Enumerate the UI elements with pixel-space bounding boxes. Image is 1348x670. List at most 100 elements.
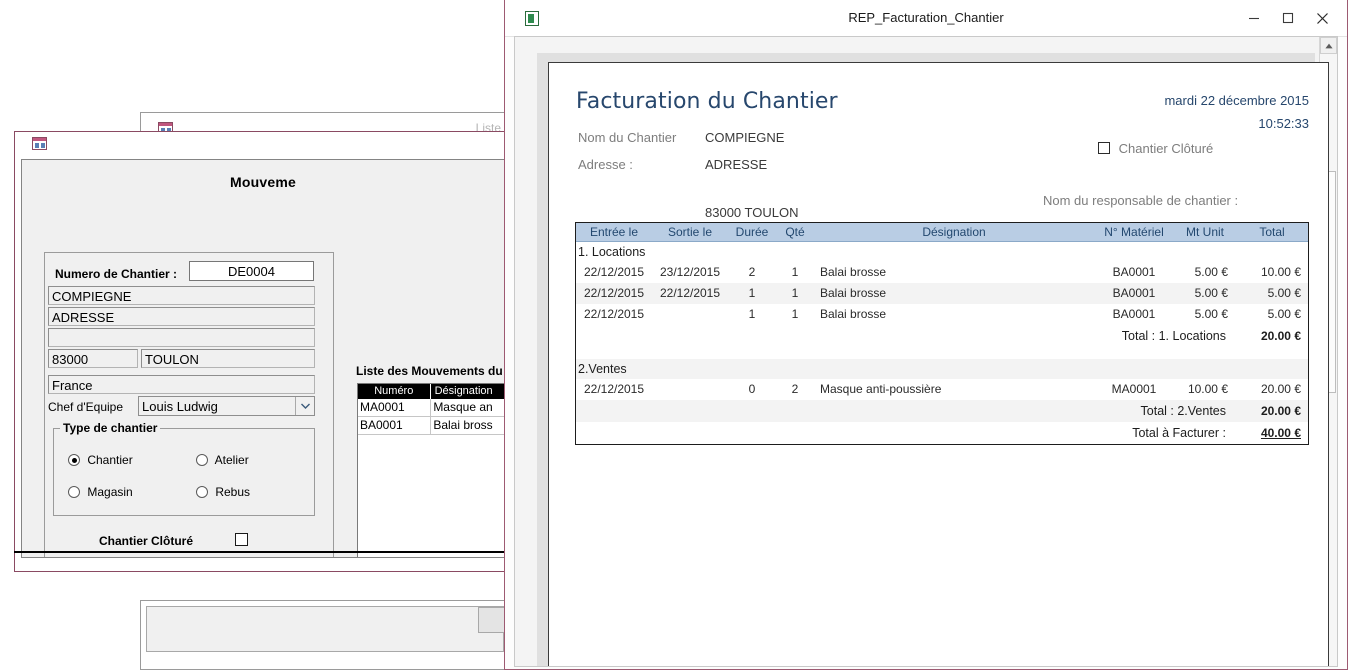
col-designation: Désignation <box>922 225 986 239</box>
cell-total: 10.00 € <box>1260 265 1301 279</box>
chantier-cloture-checkbox[interactable] <box>235 533 248 546</box>
chevron-down-icon[interactable] <box>295 397 314 415</box>
liste-mouvements-title: Liste des Mouvements du cha <box>356 364 504 378</box>
cell-designation: Balai brosse <box>820 265 887 279</box>
report-client-area: Facturation du Chantier mardi 22 décembr… <box>514 36 1338 667</box>
cell-materiel: BA0001 <box>1112 265 1156 279</box>
col-entree-le: Entrée le <box>589 225 639 239</box>
table-row: 22/12/2015 1 1 Balai brosse BA0001 5.00 … <box>576 304 1308 325</box>
cell-designation: Masque anti-poussière <box>820 382 942 396</box>
group-header-locations: 1. Locations <box>578 245 646 259</box>
cell-numero: MA0001 <box>358 399 432 416</box>
radio-atelier[interactable]: Atelier <box>196 453 249 467</box>
radio-chantier-dot[interactable] <box>68 454 80 466</box>
cell-sortie <box>652 304 728 325</box>
cell-numero: BA0001 <box>358 417 432 434</box>
minimize-icon <box>1249 17 1259 20</box>
cell-sortie <box>652 379 728 400</box>
cell-entree: 22/12/2015 <box>583 286 645 300</box>
adresse-input[interactable]: ADRESSE <box>48 307 315 326</box>
radio-rebus-label: Rebus <box>215 485 251 499</box>
group-total-ventes-label: Total : 2.Ventes <box>1140 404 1226 418</box>
maximize-button[interactable] <box>1271 5 1305 31</box>
adresse-value: ADRESSE <box>705 157 768 172</box>
radio-atelier-label: Atelier <box>214 453 249 467</box>
radio-chantier[interactable]: Chantier <box>68 453 133 467</box>
chantier-cloture-checkbox[interactable] <box>1098 142 1110 154</box>
report-title: Facturation du Chantier <box>576 89 838 114</box>
numero-chantier-input[interactable]: DE0004 <box>189 261 314 281</box>
radio-rebus-dot[interactable] <box>196 486 208 498</box>
chantier-cloture-label: Chantier Clôturé <box>99 534 194 548</box>
chantier-details-group: Numero de Chantier : DE0004 COMPIEGNE AD… <box>44 252 334 557</box>
cell-entree: 22/12/2015 <box>583 382 645 396</box>
cell-duree: 2 <box>748 265 756 279</box>
nom-chantier-value: COMPIEGNE <box>705 130 785 145</box>
chef-equipe-label: Chef d'Equipe <box>48 400 124 414</box>
close-icon <box>1316 12 1328 24</box>
facturation-table: Entrée le Sortie le Durée Qté Désignatio… <box>575 222 1309 445</box>
chantier-cloture-field[interactable]: Chantier Clôturé <box>1098 141 1213 156</box>
group-total-locations: Total : 1. Locations 20.00 € <box>576 325 1308 347</box>
col-duree: Durée <box>735 225 769 239</box>
cell-mt-unit: 5.00 € <box>1194 265 1228 279</box>
radio-magasin[interactable]: Magasin <box>68 485 133 499</box>
table-row: 22/12/2015 23/12/2015 2 1 Balai brosse B… <box>576 262 1308 283</box>
mouvements-datagrid[interactable]: Numéro Matériel Désignation MA0001 Masqu… <box>357 383 504 557</box>
table-row[interactable]: BA0001 Balai bross <box>358 417 504 435</box>
minimize-button[interactable] <box>1237 5 1271 31</box>
cell-designation: Balai bross <box>431 417 504 434</box>
cell-sortie: 22/12/2015 <box>659 286 721 300</box>
col-mt-unit: Mt Unit <box>1185 225 1224 239</box>
group-total-ventes: Total : 2.Ventes 20.00 € <box>576 400 1308 422</box>
type-chantier-legend: Type de chantier <box>60 421 161 435</box>
form-body: Mouveme Numero de Chantier : DE0004 COMP… <box>21 159 505 558</box>
grand-total-value: 40.00 € <box>1260 426 1301 440</box>
report-date: mardi 22 décembre 2015 <box>1164 93 1309 108</box>
form-separator-line <box>14 551 508 553</box>
radio-magasin-label: Magasin <box>87 485 133 499</box>
radio-magasin-dot[interactable] <box>68 486 80 498</box>
adresse2-input[interactable] <box>48 328 315 347</box>
close-button[interactable] <box>1305 5 1339 31</box>
ville-input[interactable]: TOULON <box>141 349 315 368</box>
report-window-title: REP_Facturation_Chantier <box>848 10 1004 25</box>
chantier-cloture-label: Chantier Clôturé <box>1118 141 1214 156</box>
report-time: 10:52:33 <box>1258 116 1309 131</box>
table-row[interactable]: MA0001 Masque an <box>358 399 504 417</box>
datagrid-col-designation: Désignation <box>431 384 504 399</box>
report-titlebar[interactable]: REP_Facturation_Chantier <box>505 0 1347 37</box>
maximize-icon <box>1282 12 1294 24</box>
chef-equipe-select[interactable]: Louis Ludwig <box>138 396 315 416</box>
chef-equipe-value: Louis Ludwig <box>142 399 218 414</box>
table-header-row: Entrée le Sortie le Durée Qté Désignatio… <box>576 223 1308 242</box>
cell-materiel: BA0001 <box>1112 307 1156 321</box>
cell-designation: Balai brosse <box>820 307 887 321</box>
radio-chantier-label: Chantier <box>87 453 133 467</box>
cell-qte: 1 <box>791 307 799 321</box>
table-row: 22/12/2015 22/12/2015 1 1 Balai brosse B… <box>576 283 1308 304</box>
cell-mt-unit: 5.00 € <box>1194 286 1228 300</box>
nom-chantier-input[interactable]: COMPIEGNE <box>48 286 315 305</box>
radio-atelier-dot[interactable] <box>196 454 208 466</box>
code-postal-input[interactable]: 83000 <box>48 349 138 368</box>
cell-designation: Balai brosse <box>820 286 887 300</box>
cell-total: 20.00 € <box>1260 382 1301 396</box>
form-window-mouvements[interactable]: Mouveme Numero de Chantier : DE0004 COMP… <box>14 131 508 572</box>
radio-rebus[interactable]: Rebus <box>196 485 250 499</box>
chevron-up-icon <box>1324 43 1333 48</box>
grand-total-row: Total à Facturer : 40.00 € <box>576 422 1308 444</box>
cell-mt-unit: 5.00 € <box>1194 307 1228 321</box>
cell-qte: 1 <box>791 286 799 300</box>
cell-sortie: 23/12/2015 <box>659 265 721 279</box>
screen-root: Liste Mouve Mouveme Mouveme Numero de Ch… <box>0 0 1348 670</box>
form-titlebar <box>15 132 507 155</box>
responsable-label: Nom du responsable de chantier : <box>1043 193 1239 208</box>
scroll-up-button[interactable] <box>1320 37 1337 54</box>
pays-input[interactable]: France <box>48 375 315 394</box>
cell-duree: 0 <box>748 382 756 396</box>
report-window[interactable]: REP_Facturation_Chantier Facturation du … <box>504 0 1348 670</box>
group-total-locations-value: 20.00 € <box>1260 329 1301 343</box>
group-total-ventes-value: 20.00 € <box>1260 404 1301 418</box>
cell-materiel: BA0001 <box>1112 286 1156 300</box>
